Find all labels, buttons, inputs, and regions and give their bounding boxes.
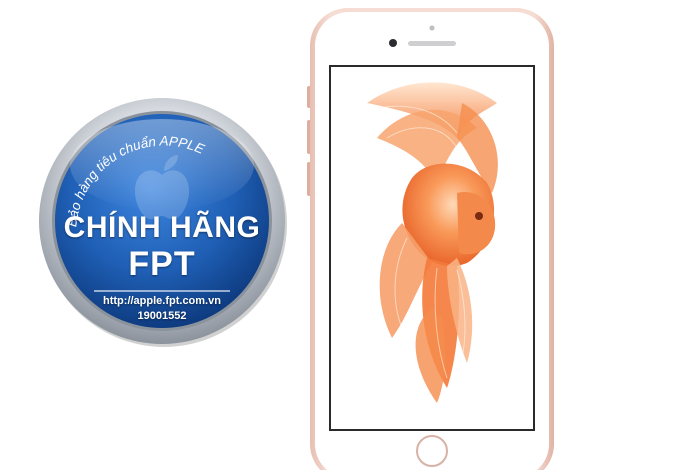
home-button-icon (416, 435, 448, 467)
seal-title-line-2: FPT (128, 245, 196, 283)
front-camera-icon (389, 39, 397, 47)
product-image: Bảo hàng tiêu chuẩn APPLE CHÍNH HÃNG FPT… (0, 0, 690, 470)
iphone-graphic (307, 8, 554, 470)
seal-url: http://apple.fpt.com.vn (103, 295, 221, 307)
seal-title-line-1: CHÍNH HÃNG (63, 211, 261, 244)
seal-phone: 19001552 (137, 310, 187, 322)
genuine-fpt-seal: Bảo hàng tiêu chuẩn APPLE CHÍNH HÃNG FPT… (36, 95, 288, 347)
earpiece-icon (408, 41, 456, 46)
iphone-device (307, 8, 557, 470)
